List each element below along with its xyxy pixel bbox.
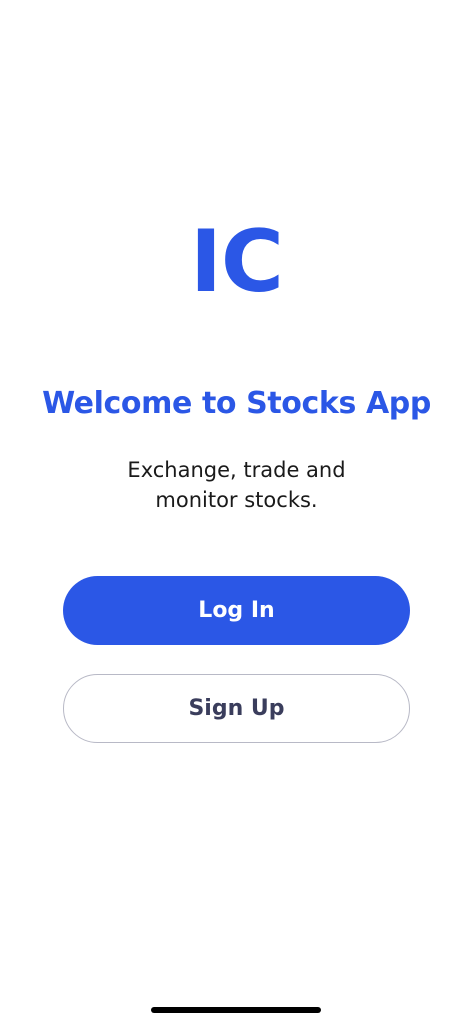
app-logo: IC	[189, 212, 284, 312]
login-button[interactable]: Log In	[63, 576, 410, 645]
home-indicator[interactable]	[151, 1007, 321, 1013]
signup-button[interactable]: Sign Up	[63, 674, 410, 743]
welcome-subtitle: Exchange, trade and monitor stocks.	[0, 455, 473, 515]
subtitle-line-2: monitor stocks.	[155, 488, 318, 512]
welcome-title: Welcome to Stocks App	[42, 386, 431, 421]
subtitle-line-1: Exchange, trade and	[127, 458, 346, 482]
